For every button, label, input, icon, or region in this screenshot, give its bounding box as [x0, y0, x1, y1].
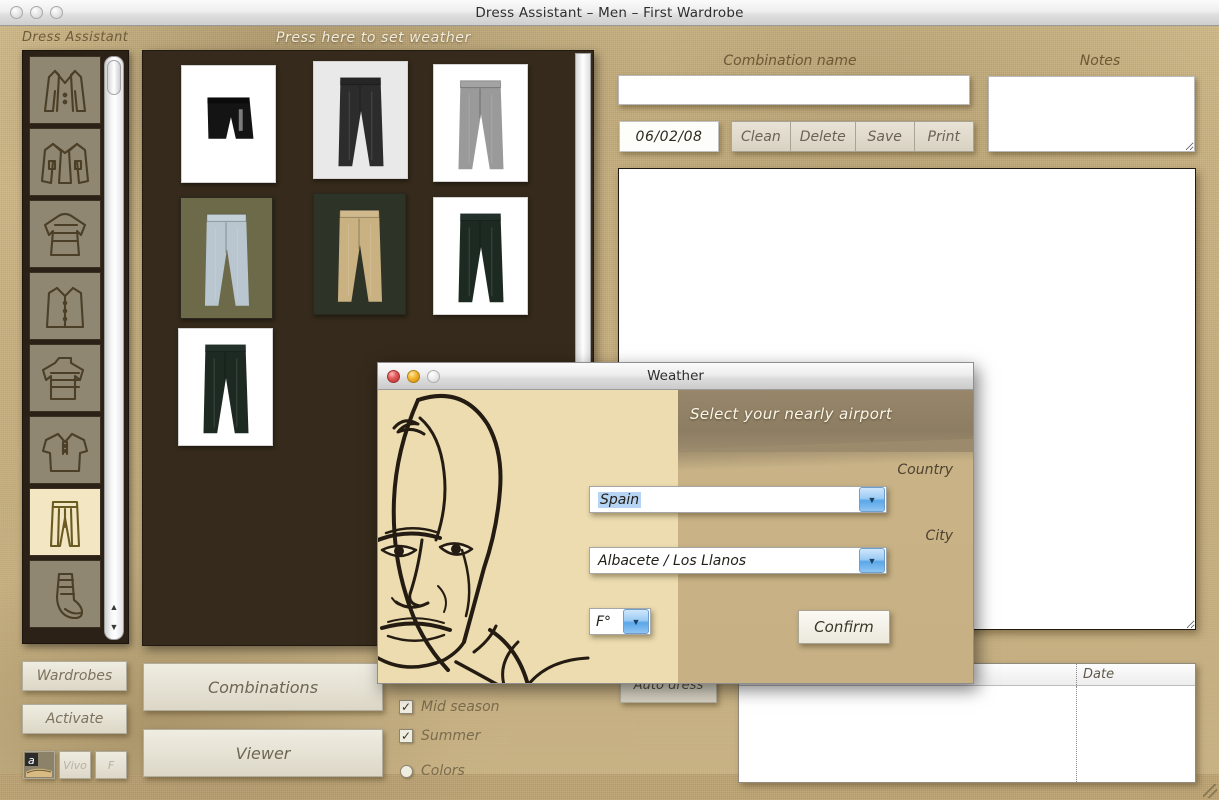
f-button[interactable]: F — [95, 751, 127, 779]
application-window: Dress Assistant – Men – First Wardrobe D… — [0, 0, 1219, 800]
sidebar-item-shirt[interactable] — [29, 272, 101, 340]
vivo-button[interactable]: Vivo — [59, 751, 91, 779]
date-field[interactable]: 06/02/08 — [619, 121, 719, 152]
amazon-icon: a — [24, 752, 54, 778]
combination-name-input[interactable] — [618, 75, 970, 105]
print-button[interactable]: Print — [914, 121, 974, 152]
country-dropdown[interactable]: Spain ▼ — [589, 486, 887, 513]
activate-button[interactable]: Activate — [22, 704, 127, 734]
category-list — [29, 56, 105, 632]
dialog-body: Select your nearly airport Country City … — [378, 390, 973, 683]
sidebar-item-sweater[interactable] — [29, 200, 101, 268]
checkbox-summer-box[interactable]: ✓ — [399, 729, 413, 743]
window-titlebar: Dress Assistant – Men – First Wardrobe — [0, 0, 1219, 26]
combination-name-label: Combination name — [723, 53, 857, 69]
dialog-heading: Select your nearly airport — [690, 405, 893, 423]
radio-colors-box[interactable] — [400, 764, 413, 778]
country-value-text: Spain — [598, 491, 642, 508]
polo-icon — [41, 432, 89, 473]
checkbox-mid-season-box[interactable]: ✓ — [399, 700, 413, 714]
checkbox-mid-season[interactable]: ✓ Mid season — [399, 699, 500, 715]
table-cell-date-column — [1077, 686, 1195, 782]
combination-actions: Clean Delete Save Print — [731, 121, 974, 152]
dialog-portrait-pane — [378, 390, 678, 683]
grid-item[interactable] — [433, 197, 528, 315]
checkbox-mid-season-label: Mid season — [421, 699, 500, 715]
grid-item[interactable] — [181, 65, 276, 183]
country-value: Spain — [590, 491, 859, 508]
viewer-button[interactable]: Viewer — [143, 729, 383, 777]
dialog-titlebar: Weather — [378, 363, 973, 390]
table-header-date[interactable]: Date — [1077, 664, 1195, 685]
sidebar-item-trousers[interactable] — [29, 488, 101, 556]
save-button[interactable]: Save — [855, 121, 915, 152]
temperature-unit-value: F° — [596, 613, 612, 630]
grid-item[interactable] — [180, 197, 273, 319]
window-title: Dress Assistant – Men – First Wardrobe — [475, 4, 744, 21]
chevron-down-icon[interactable]: ▼ — [623, 609, 649, 634]
city-label: City — [925, 528, 953, 544]
table-body — [739, 686, 1195, 782]
scroll-up-icon[interactable]: ▲ — [110, 602, 119, 612]
checkbox-summer-label: Summer — [421, 728, 481, 744]
temperature-unit-dropdown[interactable]: F° ▼ — [589, 608, 651, 635]
checkbox-summer[interactable]: ✓ Summer — [399, 728, 480, 744]
shirt-icon — [45, 286, 85, 329]
wardrobes-button[interactable]: Wardrobes — [22, 661, 127, 691]
man-face-sketch-icon — [378, 390, 678, 683]
chevron-down-icon[interactable]: ▼ — [859, 487, 885, 512]
jacket-icon — [40, 142, 90, 185]
grid-item[interactable] — [313, 61, 408, 179]
sidebar-item-long-sleeve[interactable] — [29, 344, 101, 412]
category-sidebar: ▲ ▼ — [22, 50, 129, 644]
svg-text:a: a — [28, 754, 35, 767]
grid-item[interactable] — [313, 193, 406, 315]
country-label: Country — [897, 462, 953, 478]
trousers-icon — [49, 500, 81, 548]
scroll-down-icon[interactable]: ▼ — [110, 622, 119, 632]
sidebar-item-jacket[interactable] — [29, 128, 101, 196]
notes-label: Notes — [1079, 53, 1121, 69]
radio-colors-label: Colors — [421, 763, 465, 779]
dialog-title: Weather — [647, 368, 704, 384]
radio-colors[interactable]: Colors — [400, 763, 465, 779]
sweater-icon — [43, 212, 87, 257]
city-value: Albacete / Los Llanos — [598, 552, 747, 569]
combinations-button[interactable]: Combinations — [143, 663, 383, 711]
sidebar-item-sock[interactable] — [29, 560, 101, 628]
notes-textarea[interactable] — [988, 76, 1195, 152]
app-label: Dress Assistant — [22, 30, 129, 45]
grid-item[interactable] — [178, 328, 273, 446]
clean-button[interactable]: Clean — [731, 121, 791, 152]
city-dropdown[interactable]: Albacete / Los Llanos ▼ — [589, 547, 887, 574]
confirm-button[interactable]: Confirm — [798, 610, 890, 644]
chevron-down-icon[interactable]: ▼ — [859, 548, 885, 573]
sidebar-scrollbar[interactable]: ▲ ▼ — [104, 56, 124, 640]
sidebar-item-suit-jacket[interactable] — [29, 56, 101, 124]
sidebar-scroll-arrows[interactable]: ▲ ▼ — [106, 597, 122, 637]
delete-button[interactable]: Delete — [790, 121, 856, 152]
weather-dialog: Weather Select your nearly airport Count… — [377, 362, 974, 684]
window-resize-grip[interactable] — [1203, 784, 1217, 798]
sidebar-item-polo[interactable] — [29, 416, 101, 484]
weather-hint-label[interactable]: Press here to set weather — [276, 30, 471, 46]
sock-icon — [55, 572, 84, 620]
suit-jacket-icon — [43, 69, 87, 113]
grid-item[interactable] — [433, 64, 528, 182]
table-cell-name-column — [739, 686, 1077, 782]
long-sleeve-icon — [41, 356, 85, 401]
amazon-icon-button[interactable]: a — [23, 751, 55, 779]
sidebar-scroll-thumb[interactable] — [107, 60, 121, 95]
